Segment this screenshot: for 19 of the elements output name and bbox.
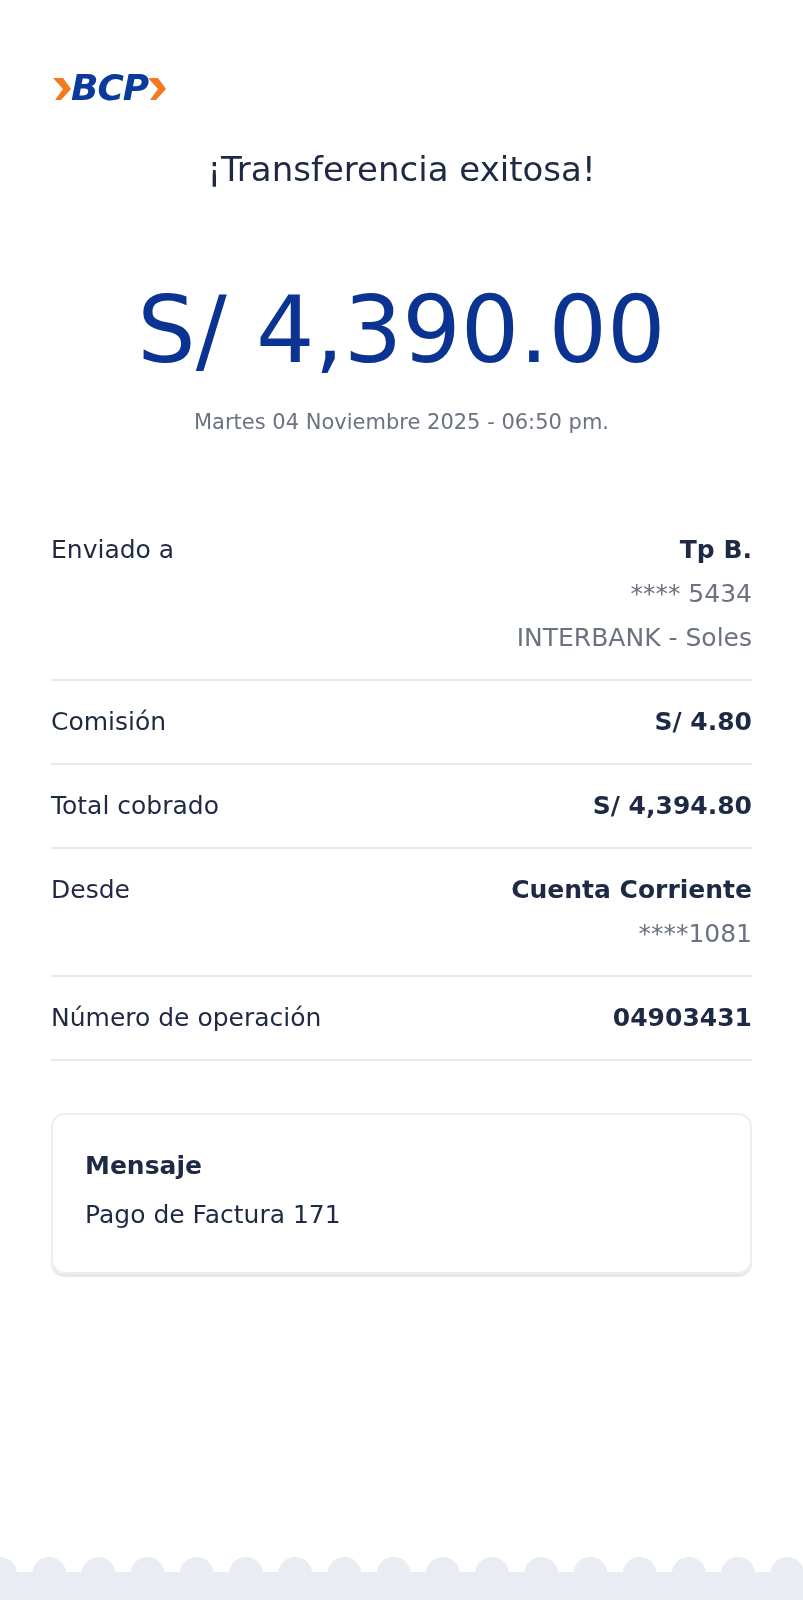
detail-label: Desde — [51, 873, 130, 906]
detail-value: Cuenta Corriente — [511, 873, 752, 906]
message-title: Mensaje — [85, 1149, 203, 1182]
page-title: ¡Transferencia exitosa! — [206, 148, 597, 191]
detail-label: Comisión — [51, 705, 167, 738]
date-text: Martes 04 Noviembre 2025 - 06:50 pm. — [192, 409, 611, 436]
detail-value: **** 5434 — [630, 577, 752, 610]
detail-label: Número de operación — [51, 1001, 322, 1034]
detail-label: Enviado a — [51, 533, 175, 566]
detail-value: S/ 4,394.80 — [592, 789, 752, 822]
detail-value: Tp B. — [679, 533, 752, 566]
detail-value: 04903431 — [612, 1001, 752, 1034]
detail-value: ****1081 — [638, 917, 752, 950]
detail-value: INTERBANK - Soles — [516, 621, 752, 654]
detail-value: S/ 4.80 — [654, 705, 752, 738]
amount: S/ 4,390.00 — [136, 285, 667, 377]
detail-label: Total cobrado — [51, 789, 219, 822]
logo-text: BCP — [71, 70, 149, 106]
message-text: Pago de Factura 171 — [85, 1199, 342, 1231]
